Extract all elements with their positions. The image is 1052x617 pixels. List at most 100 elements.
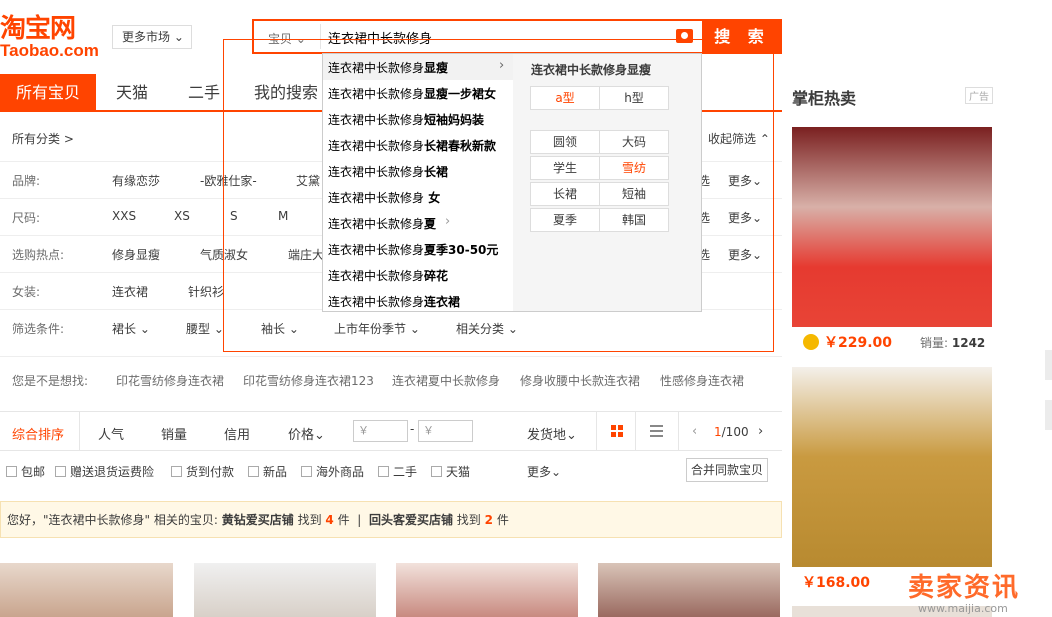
page-total: /100 [721,425,749,439]
hot-product-price: ￥168.00 [802,575,871,591]
prev-page-icon[interactable]: ‹ [692,424,697,439]
more-market-dropdown[interactable]: 更多市场 ⌄ [112,25,192,49]
suggest-prefix: 连衣裙中长款修身 [328,113,425,127]
sort-popularity[interactable]: 人气 [98,424,124,443]
brand-option[interactable]: 有缘恋莎 [112,172,160,189]
chevron-down-icon: ⌄ [566,428,577,443]
list-view-icon[interactable] [650,425,663,437]
suggest-bold: 碎花 [424,269,449,283]
attr-option[interactable]: 短袖 [599,182,669,206]
suggest-bold: 夏 [424,217,437,231]
attr-option[interactable]: 大码 [599,130,669,154]
hot-product-image[interactable] [792,367,992,567]
did-you-mean-link[interactable]: 性感修身连衣裙 [660,372,744,389]
suggest-item[interactable]: 连衣裙中长款修身显瘦 [328,59,448,76]
did-you-mean-link[interactable]: 印花雪纺修身连衣裙 [116,372,224,389]
tmall-checkbox[interactable]: 天猫 [431,463,470,480]
product-image[interactable] [396,563,578,617]
notice-text: 件 [337,513,350,527]
suggest-item[interactable]: 连衣裙中长款修身碎花 [328,267,448,284]
watermark-title: 卖家资讯 [908,573,1021,603]
price-dash: - [410,422,415,436]
attr-option[interactable]: 雪纺 [599,156,669,180]
checkbox-label: 天猫 [446,465,471,479]
hot-product-image[interactable] [792,127,992,327]
ad-badge: 广告 [965,87,993,104]
suggest-item[interactable]: 连衣裙中长款修身连衣裙 [328,293,460,310]
new-checkbox[interactable]: 新品 [248,463,287,480]
grid-icon [611,432,616,437]
shop-notice: 您好，"连衣裙中长款修身" 相关的宝贝: 黄钻爱买店铺 找到 4 件 | 回头客… [0,501,782,538]
secondhand-checkbox[interactable]: 二手 [378,463,417,480]
did-you-mean-link[interactable]: 印花雪纺修身连衣裙123 [243,372,374,389]
hot-label: 选购热点: [12,248,65,262]
size-option[interactable]: XXS [112,209,136,223]
attr-option[interactable]: 夏季 [530,208,600,232]
return-insurance-checkbox[interactable]: 赠送退货运费险 [55,463,154,480]
suggest-item[interactable]: 连衣裙中长款修身长裙春秋新款 [328,137,496,154]
price-max-input[interactable]: ￥ [418,420,473,442]
hot-option[interactable]: 修身显瘦 [112,246,160,263]
notice-text: 找到 [297,513,322,527]
side-toolbar-tab[interactable] [1045,400,1052,430]
attr-option[interactable]: h型 [599,86,669,110]
suggest-prefix: 连衣裙中长款修身 [328,217,425,231]
page-current: 1 [714,425,722,439]
taobao-logo-en[interactable]: Taobao.com [0,41,99,61]
attr-option[interactable]: 圆领 [530,130,600,154]
taobao-logo[interactable]: 淘宝网 [0,8,76,45]
notice-shop-link[interactable]: 黄钻爱买店铺 [222,513,294,527]
product-image[interactable] [194,563,376,617]
suggest-prefix: 连衣裙中长款修身 [328,243,425,257]
checkbox-label: 赠送退货运费险 [70,465,155,479]
grid-icon [618,432,623,437]
overseas-checkbox[interactable]: 海外商品 [301,463,364,480]
chevron-down-icon: ⌄ [314,428,325,443]
women-option[interactable]: 连衣裙 [112,283,148,300]
side-toolbar-tab[interactable] [1045,350,1052,380]
free-shipping-checkbox[interactable]: 包邮 [6,463,45,480]
sort-sales[interactable]: 销量 [161,424,187,443]
size-option[interactable]: XS [174,209,190,223]
suggest-item[interactable]: 连衣裙中长款修身夏 [328,215,436,232]
condition-label: 筛选条件: [12,322,65,336]
suggest-item[interactable]: 连衣裙中长款修身夏季30-50元 [328,241,498,258]
tab-tmall[interactable]: 天猫 [100,74,164,112]
sort-credit[interactable]: 信用 [224,424,250,443]
more-checks-button[interactable]: 更多⌄ [527,463,561,480]
suggest-bold: 连衣裙 [424,295,461,309]
checkbox-icon [378,466,389,477]
suggest-item[interactable]: 连衣裙中长款修身 女 [328,189,440,206]
product-image[interactable] [598,563,780,617]
next-page-icon[interactable]: › [758,424,763,439]
ship-from-dropdown[interactable]: 发货地⌄ [527,424,577,443]
waist-dropdown[interactable]: 腰型 ⌄ [186,320,224,337]
price-min-input[interactable]: ￥ [353,420,408,442]
product-image[interactable] [0,563,173,617]
suggest-prefix: 连衣裙中长款修身 [328,139,425,153]
women-option[interactable]: 针织衫 [188,283,224,300]
suggest-item[interactable]: 连衣裙中长款修身短袖妈妈装 [328,111,484,128]
attr-option[interactable]: 韩国 [599,208,669,232]
attr-option[interactable]: 长裙 [530,182,600,206]
suggest-prefix: 连衣裙中长款修身 [328,165,425,179]
suggest-item[interactable]: 连衣裙中长款修身显瘦一步裙女 [328,85,496,102]
cod-checkbox[interactable]: 货到付款 [171,463,234,480]
skirt-length-dropdown[interactable]: 裙长 ⌄ [112,320,150,337]
suggest-prefix: 连衣裙中长款修身 [328,61,425,75]
sort-default[interactable]: 综合排序 [12,424,64,443]
did-you-mean-link[interactable]: 连衣裙夏中长款修身 [392,372,500,389]
checkbox-icon [55,466,66,477]
attr-option[interactable]: 学生 [530,156,600,180]
sort-price[interactable]: 价格⌄ [288,424,325,443]
all-category-link[interactable]: 所有分类 > [12,130,74,147]
notice-shop-link[interactable]: 回头客爱买店铺 [369,513,453,527]
attr-option[interactable]: a型 [530,86,600,110]
tab-all[interactable]: 所有宝贝 [0,74,96,112]
did-you-mean-link[interactable]: 修身收腰中长款连衣裙 [520,372,640,389]
suggest-item[interactable]: 连衣裙中长款修身长裙 [328,163,448,180]
merge-same-button[interactable]: 合并同款宝贝 [686,458,768,482]
grid-view-button[interactable] [596,412,636,450]
checkbox-label: 包邮 [21,465,46,479]
suggest-prefix: 连衣裙中长款修身 [328,191,425,205]
